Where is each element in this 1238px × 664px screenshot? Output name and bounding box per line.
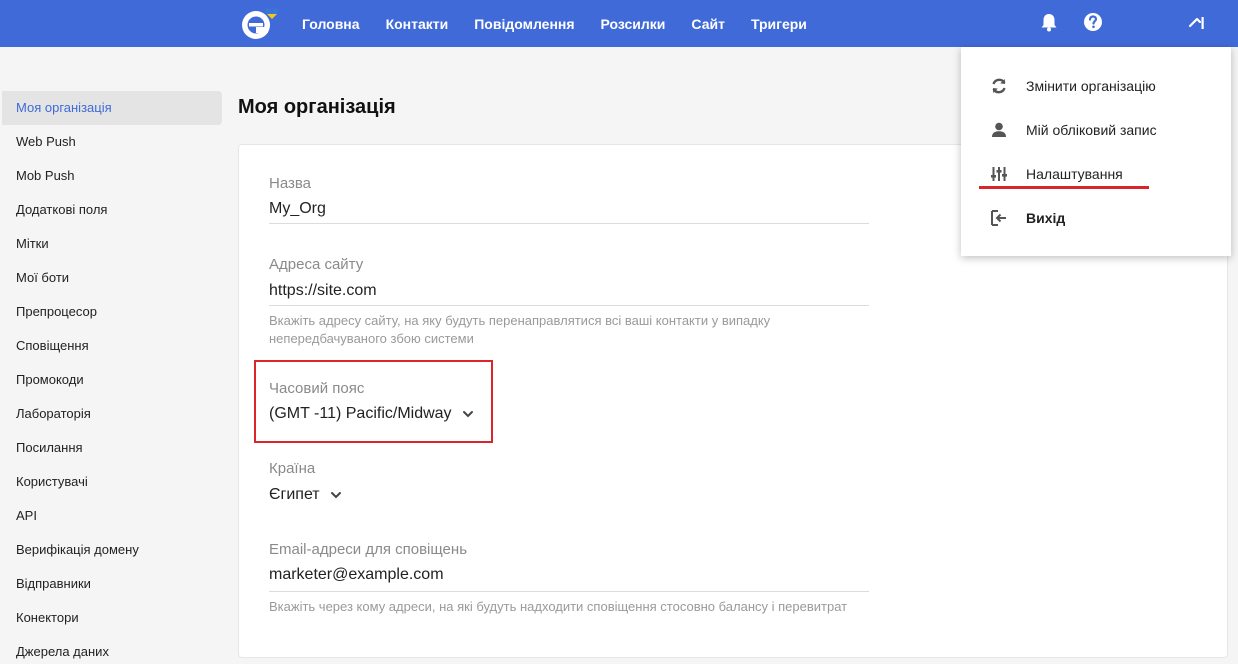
name-input[interactable]: My_Org <box>269 200 326 218</box>
sidebar-item-links[interactable]: Посилання <box>0 431 222 465</box>
sliders-icon <box>991 167 1007 181</box>
user-dropdown-menu: Змінити організацію Мій обліковий запис … <box>961 47 1231 256</box>
menu-label-settings: Налаштування <box>1026 166 1123 182</box>
sidebar-item-promocodes[interactable]: Промокоди <box>0 363 222 397</box>
sidebar-item-data-sources[interactable]: Джерела даних <box>0 635 222 664</box>
person-icon <box>992 122 1006 137</box>
menu-label-logout: Вихід <box>1026 210 1066 226</box>
sidebar-item-connectors[interactable]: Конектори <box>0 601 222 635</box>
sidebar-item-my-organization[interactable]: Моя організація <box>2 91 222 125</box>
main-nav: Головна Контакти Повідомлення Розсилки С… <box>302 0 833 47</box>
sidebar-item-bots[interactable]: Мої боти <box>0 261 222 295</box>
nav-campaigns[interactable]: Розсилки <box>601 16 666 32</box>
top-navigation-bar: Головна Контакти Повідомлення Розсилки С… <box>0 0 1238 47</box>
menu-item-logout[interactable]: Вихід <box>961 200 1231 236</box>
menu-label-switch-organization: Змінити організацію <box>1026 78 1156 94</box>
settings-highlight-underline <box>979 186 1149 189</box>
country-select[interactable]: Єгипет <box>269 486 342 504</box>
nav-site[interactable]: Сайт <box>691 16 725 32</box>
nav-contacts[interactable]: Контакти <box>386 16 449 32</box>
email-hint: Вкажіть через кому адреси, на які будуть… <box>269 599 848 614</box>
menu-item-my-account[interactable]: Мій обліковий запис <box>961 112 1231 148</box>
site-underline <box>269 305 869 306</box>
bell-icon[interactable] <box>1038 11 1060 33</box>
sidebar-item-mob-push[interactable]: Mob Push <box>0 159 222 193</box>
nav-triggers[interactable]: Тригери <box>751 16 807 32</box>
timezone-highlight-box <box>254 360 493 443</box>
sync-icon <box>992 78 1006 94</box>
chevron-down-icon <box>330 492 341 499</box>
sidebar-item-web-push[interactable]: Web Push <box>0 125 222 159</box>
country-label: Країна <box>269 460 316 477</box>
menu-item-switch-organization[interactable]: Змінити організацію <box>961 68 1231 104</box>
name-underline <box>269 223 869 224</box>
sidebar-item-tags[interactable]: Мітки <box>0 227 222 261</box>
sidebar-item-laboratory[interactable]: Лабораторія <box>0 397 222 431</box>
timezone-select[interactable]: (GMT -11) Pacific/Midway <box>269 405 474 423</box>
sidebar-item-senders[interactable]: Відправники <box>0 567 222 601</box>
help-icon[interactable] <box>1082 11 1104 33</box>
site-hint: Вкажіть адресу сайту, на яку будуть пере… <box>269 313 771 346</box>
sidebar-item-domain-verification[interactable]: Верифікація домену <box>0 533 222 567</box>
user-menu-icon[interactable] <box>1186 11 1208 33</box>
nav-messages[interactable]: Повідомлення <box>474 16 574 32</box>
logout-icon <box>991 210 1006 226</box>
sidebar-item-api[interactable]: API <box>0 499 222 533</box>
page-title: Моя організація <box>238 96 396 118</box>
chevron-down-icon <box>462 411 473 418</box>
timezone-label: Часовий пояс <box>269 380 365 397</box>
email-underline <box>269 591 869 592</box>
name-label: Назва <box>269 175 312 192</box>
email-input[interactable]: marketer@example.com <box>269 566 444 584</box>
timezone-value: (GMT -11) Pacific/Midway <box>269 405 452 422</box>
sidebar-item-custom-fields[interactable]: Додаткові поля <box>0 193 222 227</box>
logo-icon[interactable] <box>240 5 288 41</box>
sidebar-item-notifications[interactable]: Сповіщення <box>0 329 222 363</box>
email-label: Email-адреси для сповіщень <box>269 541 468 558</box>
site-input[interactable]: https://site.com <box>269 282 377 300</box>
nav-home[interactable]: Головна <box>302 16 360 32</box>
sidebar-item-users[interactable]: Користувачі <box>0 465 222 499</box>
menu-label-my-account: Мій обліковий запис <box>1026 122 1157 138</box>
country-value: Єгипет <box>269 486 320 503</box>
site-label: Адреса сайту <box>269 256 364 273</box>
sidebar-item-preprocessor[interactable]: Препроцесор <box>0 295 222 329</box>
settings-sidebar: Моя організація Web Push Mob Push Додатк… <box>0 91 222 664</box>
